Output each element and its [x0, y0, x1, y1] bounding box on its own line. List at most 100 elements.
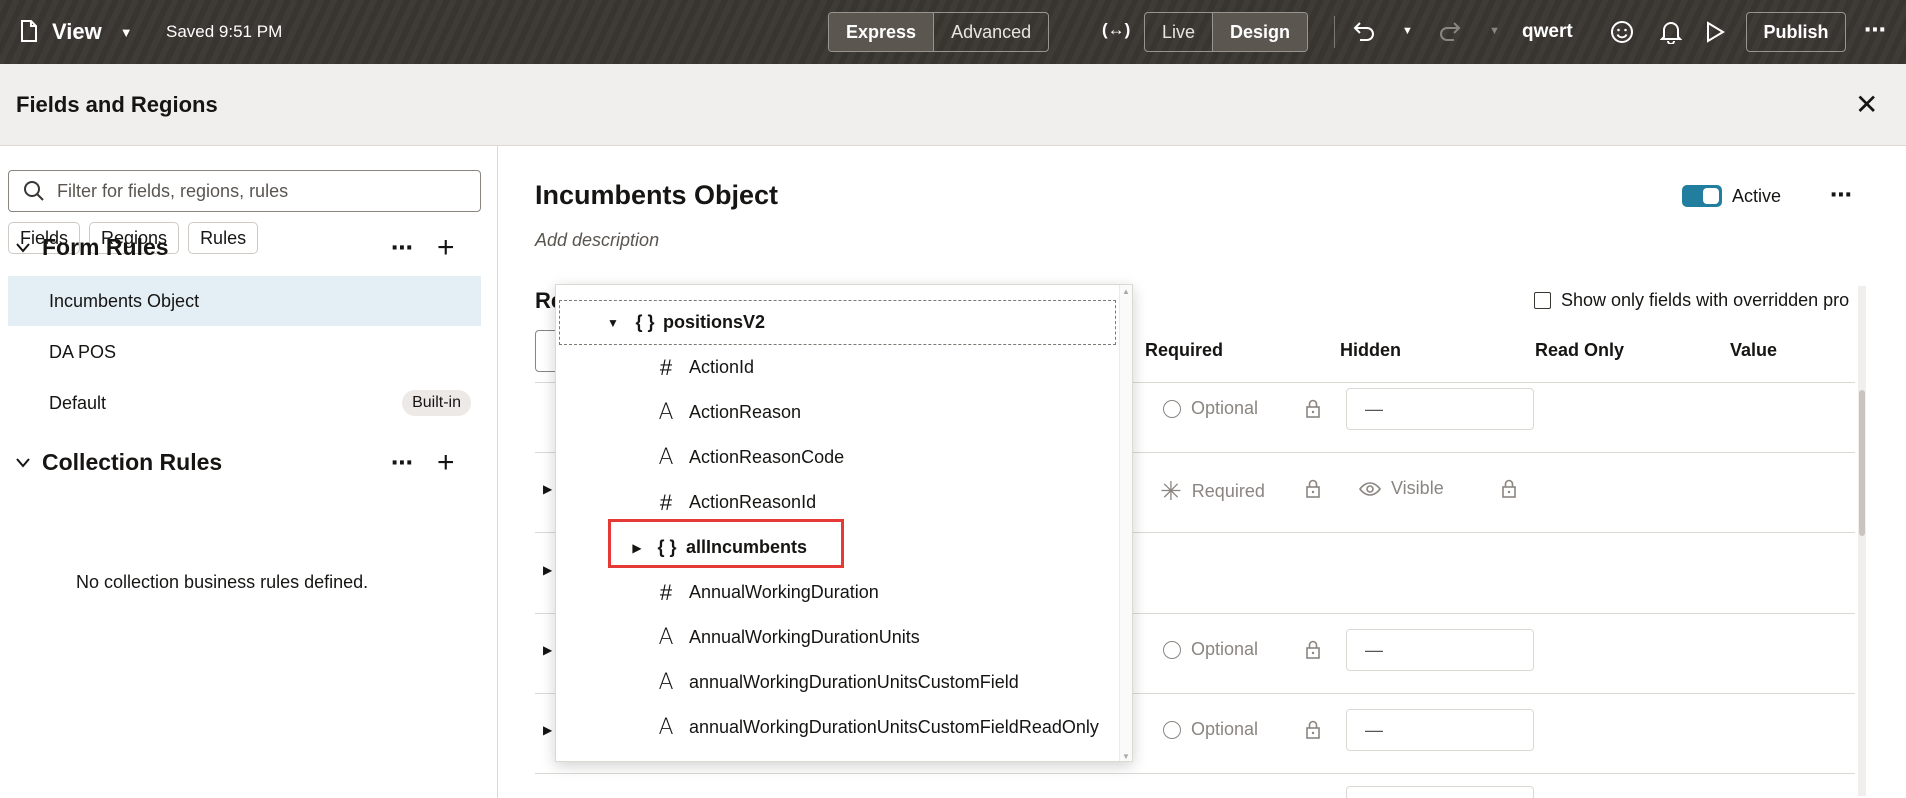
tree-item-label: AnnualWorkingDuration [689, 582, 879, 602]
user-name[interactable]: qwert [1522, 21, 1573, 43]
tree-item-label: annualWorkingDurationUnitsCustomFieldRea… [689, 717, 1099, 737]
panel-title: Fields and Regions [16, 92, 218, 117]
redo-menu-chevron-icon[interactable]: ▼ [1489, 25, 1500, 37]
lock-icon[interactable] [1501, 479, 1517, 499]
form-rules-title: Form Rules [42, 234, 169, 260]
express-button[interactable]: Express [829, 13, 934, 51]
value-input[interactable]: — [1346, 709, 1534, 751]
undo-menu-chevron-icon[interactable]: ▼ [1402, 25, 1413, 37]
expand-row-icon[interactable]: ▶ [543, 723, 552, 737]
lock-icon[interactable] [1305, 640, 1321, 660]
caret-down-icon[interactable]: ▼ [601, 316, 625, 330]
tree-item-label: ActionId [689, 357, 755, 377]
search-field[interactable] [8, 170, 481, 212]
tree-item[interactable]: A ActionReason [556, 390, 1116, 435]
required-value: Required [1191, 480, 1265, 501]
active-label: Active [1732, 186, 1782, 206]
scrollbar-thumb[interactable] [1859, 390, 1865, 536]
smiley-icon[interactable] [1610, 20, 1634, 44]
rules-sidebar: Fields Regions Rules Form Rules ⋯ + Incu… [0, 146, 498, 798]
object-icon: { } [635, 312, 655, 332]
close-icon[interactable]: ✕ [1855, 88, 1878, 121]
search-input[interactable] [57, 180, 457, 202]
text-icon: A [658, 670, 674, 695]
value-input[interactable]: — [1346, 388, 1534, 430]
more-options-icon[interactable]: ⋯ [1830, 182, 1852, 208]
chevron-down-icon[interactable] [16, 457, 30, 468]
checkbox-icon[interactable] [1534, 292, 1551, 309]
search-icon [24, 181, 44, 201]
value-input[interactable] [1346, 786, 1534, 798]
expand-row-icon[interactable]: ▶ [543, 563, 552, 577]
tree-node-label: positionsV2 [663, 312, 766, 332]
partial-item-top: · · [631, 285, 648, 294]
number-icon: # [659, 489, 673, 515]
chevron-down-icon[interactable] [16, 242, 30, 253]
required-cell[interactable]: Optional [1163, 719, 1258, 740]
show-overridden-checkbox[interactable]: Show only fields with overridden pro [1534, 290, 1858, 311]
expand-row-icon[interactable]: ▶ [543, 482, 552, 496]
tree-item[interactable]: # AnnualWorkingDuration [556, 570, 1116, 615]
required-cell[interactable]: Optional [1163, 398, 1258, 419]
rule-item-default[interactable]: Default Built-in [8, 378, 481, 428]
rule-item-label: Incumbents Object [49, 290, 200, 311]
tree-item[interactable]: A AnnualWorkingDurationUnits [556, 615, 1116, 660]
column-value: Value [1730, 340, 1778, 360]
radio-icon [1163, 399, 1181, 418]
rule-title[interactable]: Incumbents Object [535, 180, 778, 211]
bell-icon[interactable] [1660, 20, 1682, 44]
lock-icon[interactable] [1305, 399, 1321, 419]
add-collection-rule-icon[interactable]: + [437, 447, 455, 478]
asterisk-icon: ✳ [1160, 476, 1182, 506]
redo-icon[interactable] [1438, 20, 1462, 42]
rule-item-incumbents-object[interactable]: Incumbents Object [8, 276, 481, 326]
advanced-button[interactable]: Advanced [933, 13, 1048, 51]
tree-item[interactable]: A annualWorkingDurationUnitsCustomField [556, 660, 1116, 705]
hidden-value: Visible [1391, 478, 1444, 498]
rule-description[interactable]: Add description [535, 230, 659, 251]
number-icon: # [659, 579, 673, 605]
add-form-rule-icon[interactable]: + [437, 232, 455, 263]
tree-item[interactable]: # ActionId [556, 345, 1116, 390]
lock-icon[interactable] [1305, 479, 1321, 499]
column-required: Required [1145, 340, 1224, 360]
radio-icon [1163, 640, 1181, 659]
expand-arrows-icon[interactable]: (↔) [1102, 20, 1130, 40]
publish-button[interactable]: Publish [1746, 12, 1846, 52]
view-menu-button[interactable]: View ▼ [52, 19, 133, 45]
live-button[interactable]: Live [1145, 13, 1212, 51]
lock-icon[interactable] [1305, 720, 1321, 740]
panel-header: Fields and Regions ✕ [0, 64, 1906, 146]
required-cell[interactable]: Optional [1163, 639, 1258, 660]
undo-icon[interactable] [1352, 20, 1376, 42]
tree-node-positionsv2[interactable]: ▼ { } positionsV2 [559, 300, 1116, 345]
tree-item-label: annualWorkingDurationUnitsCustomField [689, 672, 1019, 692]
expand-row-icon[interactable]: ▶ [543, 643, 552, 657]
scrollbar-track[interactable] [1858, 286, 1866, 796]
value-input[interactable]: — [1346, 629, 1534, 671]
required-value: Optional [1191, 719, 1259, 739]
form-rules-header: Form Rules ⋯ + [16, 232, 486, 263]
column-hidden: Hidden [1340, 340, 1401, 360]
design-button[interactable]: Design [1212, 13, 1308, 51]
rule-item-label: Default [49, 392, 107, 413]
collection-rules-more-icon[interactable]: ⋯ [391, 450, 414, 476]
tree-item[interactable]: A annualWorkingDurationUnitsCustomFieldR… [556, 705, 1116, 750]
text-icon: A [658, 625, 674, 650]
tree-item[interactable]: A ActionReasonCode [556, 435, 1116, 480]
required-value: Optional [1191, 639, 1259, 659]
hidden-cell[interactable]: Visible [1359, 478, 1444, 499]
tree-item-label: AnnualWorkingDurationUnits [689, 627, 920, 647]
text-icon: A [658, 400, 674, 425]
required-cell[interactable]: ✳ Required [1160, 478, 1265, 504]
saved-status: Saved 9:51 PM [166, 22, 283, 41]
scroll-up-icon[interactable]: ▲ [1122, 287, 1130, 296]
dropdown-scrollbar[interactable]: ▲ ▼ [1119, 285, 1132, 761]
active-toggle[interactable] [1682, 185, 1722, 207]
mode-toggle: Express Advanced [828, 12, 1050, 52]
form-rules-more-icon[interactable]: ⋯ [391, 235, 414, 261]
more-options-icon[interactable]: ⋯ [1864, 17, 1886, 43]
play-icon[interactable] [1705, 21, 1725, 43]
scroll-down-icon[interactable]: ▼ [1122, 752, 1130, 761]
rule-item-da-pos[interactable]: DA POS [8, 327, 481, 377]
